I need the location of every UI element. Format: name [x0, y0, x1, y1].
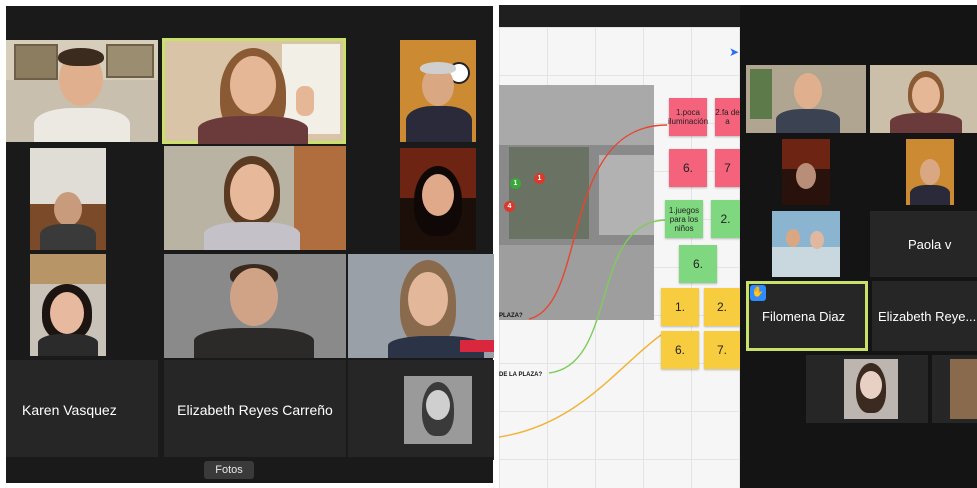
person-hair: [420, 62, 456, 74]
person-hair: [58, 48, 104, 66]
person-face: [50, 292, 84, 334]
person-body: [890, 113, 962, 133]
person-face: [422, 174, 454, 216]
plant-background: [750, 69, 772, 119]
video-tile-older-man[interactable]: [400, 40, 476, 142]
video-tile-partial[interactable]: [932, 355, 977, 423]
person-body: [38, 334, 98, 356]
person-face: [230, 268, 278, 326]
video-tile-woman-dark[interactable]: [400, 148, 476, 250]
name-tile-elizabeth-reyes-small[interactable]: Elizabeth Reye...: [872, 281, 977, 351]
person-face: [912, 77, 940, 113]
fotos-button[interactable]: Fotos: [204, 461, 254, 479]
video-tile-older-man-small[interactable]: [906, 139, 954, 205]
photo-background: [772, 247, 840, 277]
ceiling-background: [30, 254, 106, 284]
name-tile-karen-vasquez[interactable]: Karen Vasquez: [6, 360, 158, 460]
name-tile-elizabeth-reyes[interactable]: Elizabeth Reyes Carreño: [164, 360, 346, 460]
person-face: [796, 163, 816, 189]
sticky-note-green[interactable]: 1.juegos para los niños: [665, 200, 703, 238]
person-face: [408, 272, 448, 326]
video-tile-woman-small[interactable]: [870, 65, 977, 133]
red-object: [460, 340, 494, 352]
person-body: [776, 109, 840, 133]
person-face: [426, 390, 450, 420]
participant-name: Elizabeth Reye...: [878, 309, 977, 324]
profile-photo: [844, 359, 898, 419]
video-tile-couple-photo[interactable]: [772, 211, 840, 277]
participant-name: Karen Vasquez: [22, 402, 117, 418]
zoom-gallery-left: Karen Vasquez Elizabeth Reyes Carreño: [6, 6, 494, 483]
sticky-note-yellow[interactable]: 1.: [661, 288, 699, 326]
profile-photo: [404, 376, 472, 444]
door-background: [294, 146, 346, 250]
sticky-note-yellow[interactable]: 6.: [661, 331, 699, 369]
question-label: DE LA PLAZA?: [499, 372, 543, 378]
video-tile-man-glasses[interactable]: [30, 148, 106, 250]
name-tile-paola[interactable]: Paola v: [870, 211, 977, 277]
video-tile-woman-smiling[interactable]: [164, 146, 346, 250]
sticky-note-pink[interactable]: 7: [715, 149, 740, 187]
shared-screen-panel: ➤ 1 1 4 PLAZA? DE LA PLAZA? 1.poca ilumi…: [499, 5, 977, 488]
video-tile-woman-peace-sign[interactable]: [162, 38, 346, 144]
participant-name: Elizabeth Reyes Carreño: [177, 402, 333, 418]
question-label: PLAZA?: [499, 313, 523, 319]
video-tile-photo-portrait[interactable]: [348, 360, 494, 460]
person-face: [920, 159, 940, 185]
sticky-note-pink[interactable]: 6.: [669, 149, 707, 187]
person-body: [34, 108, 130, 142]
sticky-note-yellow[interactable]: 2.: [704, 288, 740, 326]
video-tile-young-man-small[interactable]: [746, 65, 866, 133]
raised-hand-icon: ✋: [750, 285, 766, 301]
person-body: [40, 224, 96, 250]
zoom-gallery-right: Paola v ✋ Filomena Diaz Elizabeth Reye..…: [740, 5, 977, 488]
person-face: [230, 56, 276, 114]
person-face: [860, 371, 882, 399]
video-tile-woman-glasses[interactable]: [30, 254, 106, 356]
person-body: [406, 106, 472, 142]
sticky-note-green[interactable]: 6.: [679, 245, 717, 283]
sticky-note-pink[interactable]: 1.poca iluminación: [668, 98, 708, 136]
person-body: [198, 116, 308, 144]
person-face: [810, 231, 824, 249]
participant-name: Filomena Diaz: [762, 309, 846, 324]
person-face: [794, 73, 822, 109]
participant-name: Paola v: [908, 237, 952, 252]
wall-picture: [14, 44, 58, 80]
person-body: [910, 185, 950, 205]
name-tile-filomena-diaz[interactable]: ✋ Filomena Diaz: [746, 281, 868, 351]
profile-photo: [950, 359, 977, 419]
sticky-note-green[interactable]: 2.: [711, 200, 740, 238]
person-body: [204, 222, 300, 250]
video-tile-young-man[interactable]: [6, 40, 158, 142]
video-tile-woman-hand-chin[interactable]: [348, 254, 494, 358]
sticky-note-yellow[interactable]: 7.: [704, 331, 740, 369]
video-tile-woman-dark-small[interactable]: [782, 139, 830, 205]
person-body: [194, 328, 314, 358]
sticky-note-pink[interactable]: 2.fa de a: [715, 98, 740, 136]
video-tile-man-center[interactable]: [164, 254, 346, 358]
person-face: [54, 192, 82, 226]
person-face: [786, 229, 800, 247]
peace-sign-hand: [296, 86, 314, 116]
video-tile-girl-portrait[interactable]: [806, 355, 928, 423]
person-face: [230, 164, 274, 220]
wall-picture: [106, 44, 154, 78]
